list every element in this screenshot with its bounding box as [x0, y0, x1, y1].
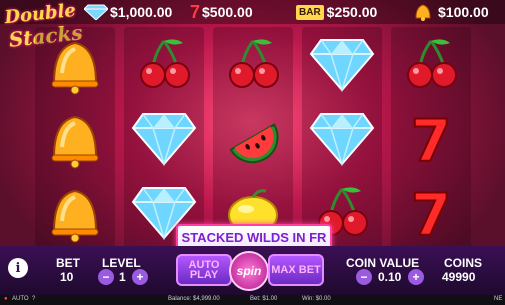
- diamond-icon: [84, 4, 108, 20]
- bell-icon: [35, 27, 115, 101]
- status-balance: Balance: $4,999.00: [168, 296, 220, 302]
- reel-1: [35, 27, 115, 249]
- level-value: 1: [119, 270, 126, 284]
- status-bar: ● AUTO ? Balance: $4,999.00 Bet: $1.00 W…: [0, 295, 505, 305]
- jackpot-value: $100.00: [438, 4, 489, 20]
- spin-label: spin: [236, 264, 262, 278]
- cherry-icon: [391, 27, 471, 101]
- max-bet-button[interactable]: MAX BET: [268, 254, 324, 286]
- coins-value: 49990: [442, 270, 476, 284]
- autoplay-status-icon: ●: [4, 296, 8, 302]
- level-plus-button[interactable]: +: [132, 269, 148, 285]
- svg-text:7: 7: [411, 181, 451, 243]
- coin-value-label: COIN VALUE: [346, 256, 420, 270]
- auto-play-button[interactable]: AUTO PLAY: [176, 254, 232, 286]
- level-label: LEVEL: [102, 256, 141, 270]
- bar-icon: BAR: [296, 4, 324, 20]
- jackpot-value: $1,000.00: [110, 4, 173, 20]
- cherry-icon: [124, 27, 204, 101]
- cherry-icon: [213, 27, 293, 101]
- reel-3: [213, 27, 293, 249]
- coin-value: 0.10: [378, 270, 402, 284]
- coin-value-plus-button[interactable]: +: [408, 269, 424, 285]
- diamond-icon: [124, 101, 204, 175]
- reel-5: 77: [391, 27, 471, 249]
- bell-icon: [35, 101, 115, 175]
- max-bet-label: MAX BET: [271, 264, 321, 276]
- svg-text:7: 7: [411, 107, 451, 169]
- coins-label: COINS: [444, 256, 483, 270]
- reel-2: [124, 27, 204, 249]
- auto-play-label: AUTO PLAY: [188, 259, 220, 281]
- diamond-icon: [302, 101, 382, 175]
- seven-icon: 7: [190, 1, 201, 22]
- seven-icon: 7: [391, 175, 471, 249]
- status-auto[interactable]: AUTO: [12, 296, 29, 302]
- jackpot-bell: $100.00: [412, 2, 489, 22]
- status-bet: Bet: $1.00: [250, 296, 278, 302]
- jackpot-bar-symbol: BAR $250.00: [296, 2, 377, 22]
- level-minus-button[interactable]: −: [98, 269, 114, 285]
- status-help[interactable]: ?: [32, 296, 35, 302]
- spin-button[interactable]: spin: [229, 251, 269, 291]
- watermelon-icon: [213, 101, 293, 175]
- jackpot-diamond: $1,000.00: [84, 2, 172, 22]
- jackpot-seven: 7 $500.00: [190, 2, 253, 22]
- bet-value: 10: [60, 270, 74, 284]
- bell-icon: [35, 175, 115, 249]
- info-button[interactable]: i: [8, 258, 28, 278]
- reel-area: 77: [35, 27, 471, 249]
- coin-value-minus-button[interactable]: −: [356, 269, 372, 285]
- diamond-icon: [302, 27, 382, 101]
- status-brand: NE: [494, 296, 503, 302]
- status-win: Win: $0.00: [302, 296, 331, 302]
- bell-icon: [415, 4, 431, 21]
- reel-4: [302, 27, 382, 249]
- banner-text: STACKED WILDS IN FR: [181, 229, 327, 245]
- bet-label: BET: [56, 256, 80, 270]
- jackpot-value: $250.00: [326, 4, 378, 20]
- seven-icon: 7: [391, 101, 471, 175]
- jackpot-value: $500.00: [202, 4, 253, 20]
